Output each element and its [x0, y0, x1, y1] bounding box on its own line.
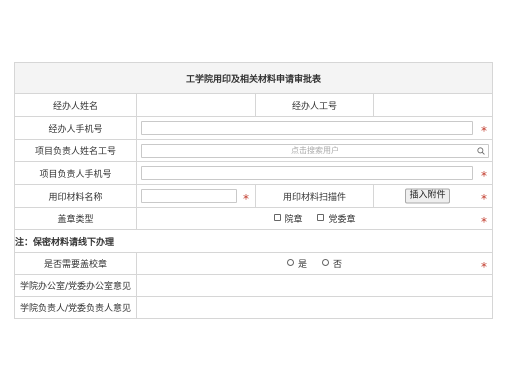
- handler-name-value: [136, 93, 256, 117]
- required-mark: *: [481, 169, 488, 183]
- project-leader-search-input[interactable]: [141, 143, 490, 158]
- confidential-note: 注：保密材料请线下办理: [13, 229, 494, 253]
- radio-icon[interactable]: [321, 259, 329, 266]
- project-leader-phone-cell: *: [135, 161, 494, 185]
- project-leader-phone-label: 项目负责人手机号: [14, 161, 137, 185]
- project-leader-cell: [135, 139, 494, 162]
- office-opinion-label: 学院办公室/党委办公室意见: [14, 274, 137, 297]
- material-name-cell: *: [136, 184, 256, 208]
- required-mark: *: [243, 192, 249, 206]
- approval-form: 工学院用印及相关材料申请审批表 经办人姓名 经办人工号 经办人手机号 * 项目负…: [13, 62, 494, 319]
- dean-opinion-label: 学院负责人/党委负责人意见: [14, 296, 137, 319]
- required-mark: *: [481, 259, 488, 274]
- required-mark: *: [481, 124, 488, 138]
- school-seal-cell: 是 否 *: [135, 252, 494, 275]
- checkbox-icon[interactable]: [317, 214, 325, 221]
- project-leader-phone-input[interactable]: [141, 166, 474, 180]
- required-mark: *: [481, 214, 488, 229]
- material-name-label: 用印材料名称: [14, 184, 137, 208]
- dean-opinion-value: [135, 296, 494, 319]
- material-name-input[interactable]: [141, 189, 237, 203]
- handler-id-label: 经办人工号: [255, 93, 374, 117]
- checkbox-icon[interactable]: [273, 214, 281, 221]
- office-opinion-value: [135, 274, 494, 297]
- material-scan-cell: 插入附件 *: [372, 184, 494, 208]
- radio-icon[interactable]: [287, 259, 295, 266]
- project-leader-label: 项目负责人姓名工号: [14, 139, 137, 162]
- handler-name-label: 经办人姓名: [14, 93, 137, 117]
- school-seal-no[interactable]: 否: [321, 257, 342, 270]
- school-seal-label: 是否需要盖校章: [14, 252, 137, 275]
- seal-type-cell: 院章 党委章 *: [135, 207, 494, 230]
- school-seal-yes-label: 是: [298, 260, 308, 270]
- seal-option-party[interactable]: 党委章: [317, 212, 355, 225]
- school-seal-no-label: 否: [332, 260, 342, 270]
- handler-phone-cell: *: [135, 116, 494, 140]
- seal-option-label: 院章: [284, 215, 303, 225]
- insert-attachment-button[interactable]: 插入附件: [405, 188, 450, 204]
- seal-option-label: 党委章: [328, 215, 356, 225]
- search-icon[interactable]: [477, 146, 485, 155]
- material-scan-label: 用印材料扫描件: [255, 184, 374, 208]
- handler-phone-input[interactable]: [141, 121, 474, 135]
- seal-type-label: 盖章类型: [14, 207, 137, 230]
- seal-option-college[interactable]: 院章: [273, 212, 303, 225]
- school-seal-yes[interactable]: 是: [287, 257, 307, 270]
- handler-id-value: [372, 93, 494, 117]
- handler-phone-label: 经办人手机号: [14, 116, 137, 140]
- page-title: 工学院用印及相关材料申请审批表: [13, 62, 494, 94]
- required-mark: *: [481, 192, 488, 206]
